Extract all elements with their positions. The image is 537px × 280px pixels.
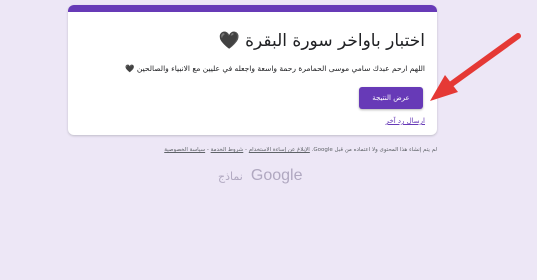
red-arrow-annotation <box>430 33 521 101</box>
